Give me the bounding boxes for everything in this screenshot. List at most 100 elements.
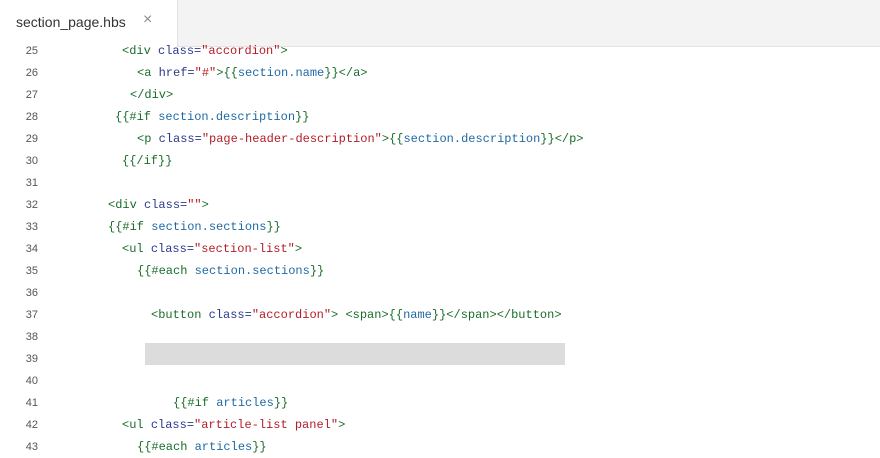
line-number: 27 bbox=[25, 89, 38, 101]
code-token: > bbox=[331, 308, 346, 322]
code-token: > bbox=[294, 242, 303, 256]
code-token: class= bbox=[150, 242, 195, 256]
line-number: 31 bbox=[25, 177, 38, 189]
line-number: 33 bbox=[25, 221, 38, 233]
code-token: </div> bbox=[130, 88, 174, 102]
code-line[interactable]: 26 <a href="#">{{section.name}}</a> bbox=[0, 62, 880, 84]
code-token: class= bbox=[208, 308, 252, 322]
code-token: <ul bbox=[122, 418, 151, 432]
code-text: <button class="accordion"> <span>{{name}… bbox=[151, 304, 562, 326]
code-line[interactable]: 37 <button class="accordion"> <span>{{nam… bbox=[0, 304, 880, 326]
code-line[interactable]: 29 <p class="page-header-description">{{s… bbox=[0, 128, 880, 150]
code-token: > bbox=[338, 418, 346, 432]
line-number: 39 bbox=[25, 353, 38, 365]
code-token: "section-list" bbox=[194, 242, 295, 256]
code-token: class= bbox=[158, 44, 202, 58]
code-token: </a> bbox=[338, 66, 368, 80]
code-token: class= bbox=[150, 418, 195, 432]
line-number: 42 bbox=[25, 419, 38, 431]
code-token: <p bbox=[137, 132, 159, 146]
code-line[interactable]: 31 bbox=[0, 172, 880, 194]
code-token: {{#each bbox=[137, 440, 195, 454]
code-token: section.name bbox=[237, 66, 325, 80]
line-number: 26 bbox=[25, 67, 38, 79]
code-text: </div> bbox=[130, 84, 173, 106]
code-line[interactable]: 36 bbox=[0, 282, 880, 304]
code-token: "accordion" bbox=[201, 44, 281, 58]
code-token: {{ bbox=[389, 132, 404, 146]
close-icon[interactable]: × bbox=[143, 11, 152, 29]
code-line[interactable]: 40 bbox=[0, 370, 880, 392]
code-token: {{#if bbox=[115, 110, 159, 124]
line-number: 36 bbox=[25, 287, 38, 299]
line-number: 37 bbox=[25, 309, 38, 321]
line-number: 40 bbox=[25, 375, 38, 387]
code-token: <button bbox=[151, 308, 209, 322]
code-text: {{#if articles}} bbox=[173, 392, 288, 414]
code-line[interactable]: 38 bbox=[0, 326, 880, 348]
code-text: <ul class="article-list panel"> bbox=[122, 414, 345, 436]
code-token: <div bbox=[122, 44, 159, 58]
code-editor[interactable]: 25 <div class="accordion"> 26 <a href="#">{… bbox=[0, 40, 880, 455]
code-token: "accordion" bbox=[251, 308, 332, 322]
code-token: }} bbox=[324, 66, 339, 80]
code-token: {{#if bbox=[108, 220, 152, 234]
code-text: <div class="accordion"> bbox=[122, 40, 288, 62]
code-text: {{#each section.sections}} bbox=[137, 260, 324, 282]
code-token: {{/if}} bbox=[122, 154, 173, 168]
code-token: name bbox=[403, 308, 432, 322]
code-line[interactable]: 33 {{#if section.sections}} bbox=[0, 216, 880, 238]
code-token: section.sections bbox=[151, 220, 267, 234]
line-number: 34 bbox=[25, 243, 38, 255]
code-text: {{/if}} bbox=[122, 150, 172, 172]
code-token: {{#each bbox=[137, 264, 195, 278]
line-number: 29 bbox=[25, 133, 38, 145]
line-number: 35 bbox=[25, 265, 38, 277]
code-line[interactable]: 27 </div> bbox=[0, 84, 880, 106]
code-token: {{ bbox=[223, 66, 238, 80]
code-token: section.sections bbox=[194, 264, 310, 278]
code-token: </p> bbox=[554, 132, 584, 146]
line-number: 41 bbox=[25, 397, 38, 409]
code-line[interactable]: 25 <div class="accordion"> bbox=[0, 40, 880, 62]
code-token: }} bbox=[295, 110, 310, 124]
code-line[interactable]: 32 <div class=""> bbox=[0, 194, 880, 216]
line-number: 32 bbox=[25, 199, 38, 211]
code-token: {{ bbox=[388, 308, 404, 322]
code-line[interactable]: 35 {{#each section.sections}} bbox=[0, 260, 880, 282]
code-line[interactable]: 28 {{#if section.description}} bbox=[0, 106, 880, 128]
code-token: </span></button> bbox=[446, 308, 562, 322]
code-token: class= bbox=[144, 198, 188, 212]
code-token: "" bbox=[187, 198, 202, 212]
code-token: articles bbox=[216, 396, 274, 410]
code-token: > bbox=[381, 132, 390, 146]
code-token: }} bbox=[309, 264, 325, 278]
code-token: }} bbox=[266, 220, 281, 234]
code-token: section.description bbox=[403, 132, 541, 146]
code-text: <div class=""> bbox=[108, 194, 209, 216]
line-number: 28 bbox=[25, 111, 38, 123]
code-text: {{#if section.sections}} bbox=[108, 216, 281, 238]
code-token: {{#if bbox=[173, 396, 217, 410]
code-text: {{#if section.description}} bbox=[115, 106, 309, 128]
code-token: > bbox=[201, 198, 209, 212]
code-token: <div bbox=[108, 198, 145, 212]
code-line[interactable]: 34 <ul class="section-list"> bbox=[0, 238, 880, 260]
code-line[interactable]: 41 {{#if articles}} bbox=[0, 392, 880, 414]
code-line[interactable]: 39 bbox=[0, 348, 880, 370]
code-text: <ul class="section-list"> bbox=[122, 238, 302, 260]
code-token: "#" bbox=[194, 66, 217, 80]
code-token: class= bbox=[158, 132, 202, 146]
code-text: <p class="page-header-description">{{sec… bbox=[137, 128, 584, 150]
code-token: > bbox=[280, 44, 288, 58]
code-token: }} bbox=[273, 396, 289, 410]
code-token: href= bbox=[158, 66, 195, 80]
code-token: "article-list panel" bbox=[194, 418, 339, 432]
code-token: "page-header-description" bbox=[201, 132, 382, 146]
code-line[interactable]: 42 <ul class="article-list panel"> bbox=[0, 414, 880, 436]
code-token: section.description bbox=[158, 110, 296, 124]
code-line[interactable]: 30 {{/if}} bbox=[0, 150, 880, 172]
tab-title: section_page.hbs bbox=[16, 14, 126, 30]
code-token: }} bbox=[252, 440, 267, 454]
code-token: }} bbox=[431, 308, 447, 322]
